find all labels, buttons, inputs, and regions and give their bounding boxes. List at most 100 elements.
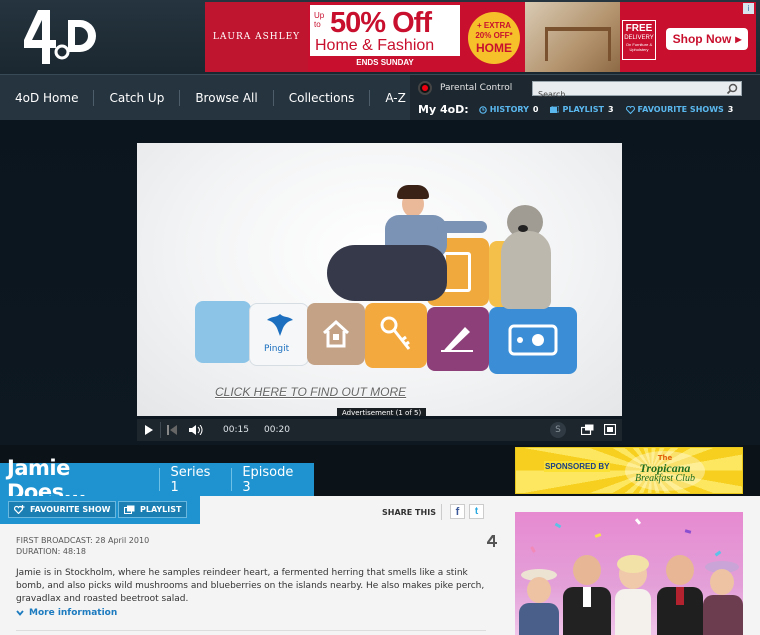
first-broadcast: FIRST BROADCAST: 28 April 2010 bbox=[16, 536, 150, 545]
twitter-icon[interactable]: t bbox=[469, 504, 484, 519]
favourite-shows-count: 3 bbox=[727, 105, 734, 114]
sponsored-by-label: SPONSORED BY bbox=[544, 461, 611, 472]
nav-item-browse-all[interactable]: Browse All bbox=[179, 90, 272, 106]
laura-ashley-ad-banner[interactable]: LAURA ASHLEY Up to 50% Off Home & Fashio… bbox=[205, 2, 756, 72]
history-count: 0 bbox=[532, 105, 539, 114]
heart-icon bbox=[625, 105, 635, 114]
series-label[interactable]: Series 1 bbox=[160, 465, 231, 495]
favourite-show-button[interactable]: FAVOURITE SHOW bbox=[8, 501, 117, 518]
player-area: Pingit CLICK HERE TO FIND OUT MORE Adver… bbox=[0, 120, 760, 445]
ad-extra-line2: 20% OFF* bbox=[475, 31, 513, 40]
confetti bbox=[684, 529, 692, 534]
confetti bbox=[530, 546, 536, 553]
video-player[interactable]: Pingit CLICK HERE TO FIND OUT MORE Adver… bbox=[137, 143, 622, 416]
share-this-label: SHARE THIS bbox=[382, 508, 436, 517]
camera-icon bbox=[508, 324, 558, 356]
person-figure bbox=[611, 555, 655, 635]
sponsor-brand-sub: Breakfast Club bbox=[635, 473, 695, 484]
confetti bbox=[554, 522, 562, 529]
search-icon[interactable] bbox=[726, 83, 738, 95]
fullscreen-icon[interactable] bbox=[604, 424, 616, 435]
my4od-links: My 4oD: HISTORY 0 PLAYLIST 3 FAVOURITE S… bbox=[418, 103, 745, 116]
volume-icon[interactable] bbox=[189, 425, 203, 435]
nav-item-catch-up[interactable]: Catch Up bbox=[93, 90, 179, 106]
person-figure bbox=[517, 565, 561, 635]
search-box bbox=[532, 81, 742, 101]
ad-footer: ENDS SUNDAY bbox=[310, 56, 460, 69]
history-label: HISTORY bbox=[489, 105, 529, 114]
main-navigation: 4oD Home Catch Up Browse All Collections… bbox=[0, 74, 760, 121]
ad-room-image bbox=[525, 2, 620, 72]
my4od-panel: Parental Control My 4oD: HISTORY 0 PLAYL… bbox=[410, 75, 760, 121]
sponsor-banner[interactable]: SPONSORED BY The Tropicana Breakfast Clu… bbox=[515, 447, 743, 494]
site-header: LAURA ASHLEY Up to 50% Off Home & Fashio… bbox=[0, 0, 760, 74]
controls-divider bbox=[160, 422, 161, 438]
playlist-count: 3 bbox=[607, 105, 614, 114]
parental-control-icon[interactable] bbox=[418, 81, 432, 95]
eagle-icon bbox=[267, 314, 293, 336]
nav-menu: 4oD Home Catch Up Browse All Collections… bbox=[0, 75, 421, 121]
add-to-playlist-button[interactable]: PLAYLIST bbox=[118, 501, 188, 518]
promo-image[interactable] bbox=[515, 512, 743, 635]
ad-extra-line3: HOME bbox=[476, 41, 512, 55]
subtitles-button[interactable]: S bbox=[550, 422, 566, 438]
episode-description: Jamie is in Stockholm, where he samples … bbox=[16, 568, 485, 604]
playlist-label: PLAYLIST bbox=[562, 105, 604, 114]
player-controls: 00:15 00:20 S bbox=[137, 419, 622, 441]
speech-bubble-block bbox=[195, 301, 251, 363]
shop-now-button[interactable]: Shop Now ▸ bbox=[666, 28, 748, 50]
more-information-link[interactable]: More information bbox=[16, 608, 117, 618]
elapsed-time: 00:15 bbox=[223, 425, 249, 435]
more-information-label: More information bbox=[29, 608, 118, 618]
ad-up-to: Up to bbox=[314, 11, 325, 29]
history-link[interactable]: HISTORY 0 bbox=[478, 105, 539, 114]
content-divider bbox=[16, 630, 486, 631]
channel4-logo-icon bbox=[487, 535, 497, 547]
confetti bbox=[714, 550, 722, 557]
clock-icon bbox=[478, 105, 487, 114]
heart-plus-icon bbox=[14, 505, 25, 514]
chevron-down-icon bbox=[16, 610, 24, 616]
playlist-link[interactable]: PLAYLIST 3 bbox=[550, 105, 614, 114]
ad-free-line2: DELIVERY bbox=[624, 35, 654, 41]
playlist-add-icon bbox=[124, 505, 135, 514]
favourite-shows-link[interactable]: FAVOURITE SHOWS 3 bbox=[625, 105, 734, 114]
pen-icon bbox=[441, 327, 473, 352]
favourite-show-label: FAVOURITE SHOW bbox=[30, 505, 111, 514]
ad-info-icon[interactable]: i bbox=[743, 3, 754, 14]
pen-block bbox=[427, 307, 489, 371]
dog-figure bbox=[499, 205, 555, 309]
action-bar: FAVOURITE SHOW PLAYLIST bbox=[0, 496, 200, 524]
show-title-bar: Jamie Does... Series 1 Episode 3 bbox=[0, 456, 314, 504]
facebook-icon[interactable]: f bbox=[450, 504, 465, 519]
click-here-link[interactable]: CLICK HERE TO FIND OUT MORE bbox=[215, 385, 406, 399]
ad-free-line3: On Furniture & Upholstery bbox=[625, 42, 653, 52]
episode-meta: FIRST BROADCAST: 28 April 2010 DURATION:… bbox=[16, 535, 149, 557]
parental-control[interactable]: Parental Control bbox=[418, 81, 512, 95]
shop-now-label: Shop Now bbox=[672, 32, 732, 46]
episode-content: FAVOURITE SHOW PLAYLIST SHARE THIS f t F… bbox=[0, 496, 760, 635]
popout-icon[interactable] bbox=[581, 424, 594, 435]
ad-headline: 50% Off bbox=[330, 7, 432, 39]
house-icon bbox=[322, 319, 350, 348]
nav-item-4od-home[interactable]: 4oD Home bbox=[0, 90, 93, 106]
confetti bbox=[634, 518, 642, 525]
share-divider bbox=[441, 504, 442, 520]
person-figure bbox=[657, 555, 703, 635]
play-icon[interactable] bbox=[144, 425, 154, 435]
person-figure bbox=[563, 555, 611, 635]
chevron-right-icon: ▸ bbox=[735, 32, 742, 46]
ad-free-line1: FREE bbox=[625, 23, 653, 34]
my4od-label: My 4oD: bbox=[418, 103, 469, 116]
search-input[interactable] bbox=[533, 88, 713, 101]
total-time: 00:20 bbox=[264, 425, 290, 435]
episode-label: Episode 3 bbox=[242, 464, 294, 495]
ad-subhead: Home & Fashion bbox=[315, 37, 435, 54]
ad-offer-panel: Up to 50% Off Home & Fashion ENDS SUNDAY bbox=[310, 5, 460, 69]
ad-counter: Advertisement (1 of 5) bbox=[337, 408, 427, 416]
nav-item-collections[interactable]: Collections bbox=[272, 90, 370, 106]
4od-logo[interactable] bbox=[16, 8, 104, 68]
ad-advertiser: LAURA ASHLEY bbox=[205, 2, 308, 72]
skip-back-icon[interactable] bbox=[167, 425, 177, 435]
key-icon bbox=[380, 316, 411, 350]
